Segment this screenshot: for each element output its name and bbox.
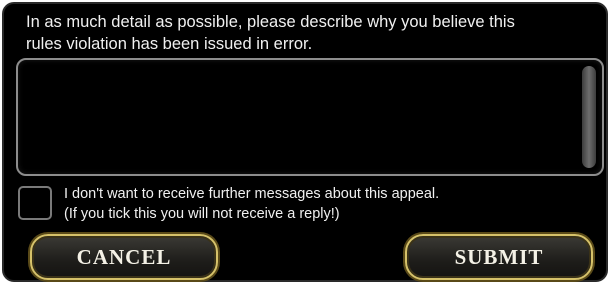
cancel-button[interactable]: CANCEL: [30, 234, 218, 280]
textarea-scrollbar[interactable]: [582, 66, 596, 168]
appeal-dialog: In as much detail as possible, please de…: [2, 2, 608, 282]
appeal-prompt: In as much detail as possible, please de…: [26, 11, 586, 55]
prompt-line-2: rules violation has been issued in error…: [26, 35, 313, 53]
checkbox-label-line-2: (If you tick this you will not receive a…: [64, 206, 340, 222]
cancel-button-label: CANCEL: [76, 244, 172, 269]
appeal-text-box: [16, 58, 604, 176]
prompt-line-1: In as much detail as possible, please de…: [26, 13, 515, 31]
submit-button[interactable]: SUBMIT: [405, 234, 593, 280]
checkbox-label-line-1: I don't want to receive further messages…: [64, 186, 440, 202]
submit-button-label: SUBMIT: [454, 244, 544, 269]
no-further-messages-label: I don't want to receive further messages…: [64, 184, 439, 224]
no-further-messages-checkbox[interactable]: [18, 186, 52, 220]
appeal-textarea[interactable]: [24, 64, 578, 172]
